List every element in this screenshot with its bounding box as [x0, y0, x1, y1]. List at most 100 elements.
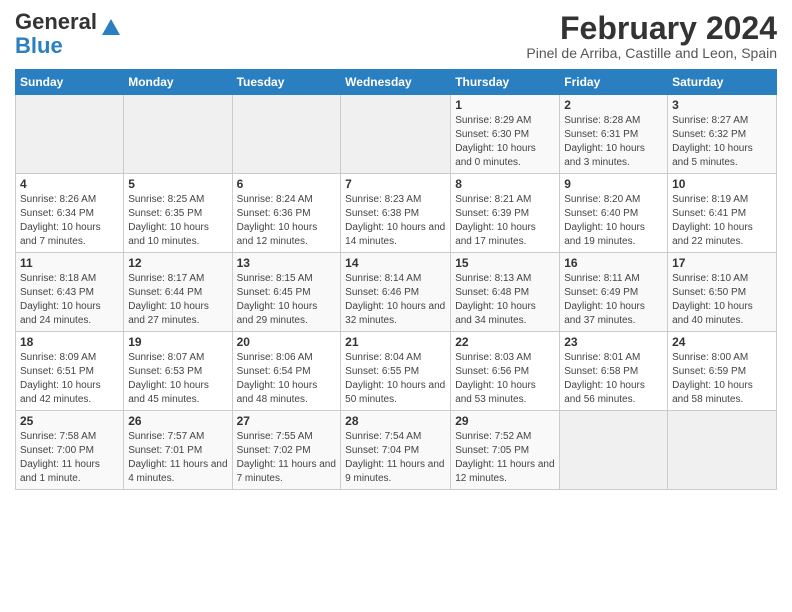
day-info: Sunrise: 8:03 AMSunset: 6:56 PMDaylight:…: [455, 351, 555, 407]
day-number: 14: [345, 256, 446, 270]
week-row-5: 25 Sunrise: 7:58 AMSunset: 7:00 PMDayligh…: [16, 411, 777, 490]
day-number: 25: [20, 414, 119, 428]
day-number: 7: [345, 177, 446, 191]
calendar-cell: 14 Sunrise: 8:14 AMSunset: 6:46 PMDayligh…: [341, 253, 451, 332]
calendar-cell: 12 Sunrise: 8:17 AMSunset: 6:44 PMDayligh…: [124, 253, 232, 332]
day-info: Sunrise: 8:07 AMSunset: 6:53 PMDaylight:…: [128, 351, 227, 407]
calendar-cell: 16 Sunrise: 8:11 AMSunset: 6:49 PMDayligh…: [560, 253, 668, 332]
calendar-cell: 6Sunrise: 8:24 AMSunset: 6:36 PMDaylight…: [232, 174, 341, 253]
week-row-2: 4Sunrise: 8:26 AMSunset: 6:34 PMDaylight…: [16, 174, 777, 253]
day-info: Sunrise: 8:18 AMSunset: 6:43 PMDaylight:…: [20, 272, 119, 328]
page: General Blue February 2024 Pinel de Arri…: [0, 0, 792, 500]
day-number: 27: [237, 414, 337, 428]
day-info: Sunrise: 7:52 AMSunset: 7:05 PMDaylight:…: [455, 430, 555, 486]
day-number: 21: [345, 335, 446, 349]
col-header-wednesday: Wednesday: [341, 70, 451, 95]
calendar-cell: 19 Sunrise: 8:07 AMSunset: 6:53 PMDayligh…: [124, 332, 232, 411]
calendar-cell: 4Sunrise: 8:26 AMSunset: 6:34 PMDaylight…: [16, 174, 124, 253]
day-info: Sunrise: 8:28 AMSunset: 6:31 PMDaylight:…: [564, 114, 663, 170]
month-title: February 2024: [526, 10, 777, 47]
calendar-cell: 27Sunrise: 7:55 AMSunset: 7:02 PMDayligh…: [232, 411, 341, 490]
day-info: Sunrise: 8:04 AMSunset: 6:55 PMDaylight:…: [345, 351, 446, 407]
day-info: Sunrise: 8:09 AMSunset: 6:51 PMDaylight:…: [20, 351, 119, 407]
calendar-cell: 20Sunrise: 8:06 AMSunset: 6:54 PMDayligh…: [232, 332, 341, 411]
logo: General Blue: [15, 10, 122, 58]
day-info: Sunrise: 8:00 AMSunset: 6:59 PMDaylight:…: [672, 351, 772, 407]
day-number: 22: [455, 335, 555, 349]
calendar-cell: 17Sunrise: 8:10 AMSunset: 6:50 PMDayligh…: [668, 253, 777, 332]
week-row-1: 1 Sunrise: 8:29 AMSunset: 6:30 PMDaylight…: [16, 95, 777, 174]
calendar-cell: 18 Sunrise: 8:09 AMSunset: 6:51 PMDayligh…: [16, 332, 124, 411]
calendar-header: SundayMondayTuesdayWednesdayThursdayFrid…: [16, 70, 777, 95]
day-number: 29: [455, 414, 555, 428]
day-info: Sunrise: 8:17 AMSunset: 6:44 PMDaylight:…: [128, 272, 227, 328]
day-info: Sunrise: 8:23 AMSunset: 6:38 PMDaylight:…: [345, 193, 446, 249]
day-number: 18: [20, 335, 119, 349]
day-number: 12: [128, 256, 227, 270]
col-header-sunday: Sunday: [16, 70, 124, 95]
col-header-tuesday: Tuesday: [232, 70, 341, 95]
week-row-3: 11 Sunrise: 8:18 AMSunset: 6:43 PMDayligh…: [16, 253, 777, 332]
day-info: Sunrise: 8:21 AMSunset: 6:39 PMDaylight:…: [455, 193, 555, 249]
calendar-cell: 9 Sunrise: 8:20 AMSunset: 6:40 PMDaylight…: [560, 174, 668, 253]
calendar-cell: [341, 95, 451, 174]
calendar-cell: 13Sunrise: 8:15 AMSunset: 6:45 PMDayligh…: [232, 253, 341, 332]
day-info: Sunrise: 8:27 AMSunset: 6:32 PMDaylight:…: [672, 114, 772, 170]
calendar-cell: [16, 95, 124, 174]
calendar-cell: [232, 95, 341, 174]
top-row: General Blue February 2024 Pinel de Arri…: [15, 10, 777, 65]
day-number: 8: [455, 177, 555, 191]
calendar-cell: 25 Sunrise: 7:58 AMSunset: 7:00 PMDayligh…: [16, 411, 124, 490]
calendar-cell: [560, 411, 668, 490]
day-number: 1: [455, 98, 555, 112]
calendar-cell: 1 Sunrise: 8:29 AMSunset: 6:30 PMDaylight…: [451, 95, 560, 174]
day-info: Sunrise: 8:24 AMSunset: 6:36 PMDaylight:…: [237, 193, 337, 249]
day-info: Sunrise: 8:29 AMSunset: 6:30 PMDaylight:…: [455, 114, 555, 170]
logo-icon: [100, 17, 122, 44]
calendar-cell: 8 Sunrise: 8:21 AMSunset: 6:39 PMDaylight…: [451, 174, 560, 253]
day-number: 9: [564, 177, 663, 191]
day-info: Sunrise: 8:13 AMSunset: 6:48 PMDaylight:…: [455, 272, 555, 328]
day-info: Sunrise: 8:06 AMSunset: 6:54 PMDaylight:…: [237, 351, 337, 407]
day-info: Sunrise: 7:54 AMSunset: 7:04 PMDaylight:…: [345, 430, 446, 486]
day-info: Sunrise: 8:26 AMSunset: 6:34 PMDaylight:…: [20, 193, 119, 249]
calendar-cell: 23Sunrise: 8:01 AMSunset: 6:58 PMDayligh…: [560, 332, 668, 411]
calendar-cell: [668, 411, 777, 490]
day-number: 28: [345, 414, 446, 428]
calendar-cell: [124, 95, 232, 174]
calendar-body: 1 Sunrise: 8:29 AMSunset: 6:30 PMDaylight…: [16, 95, 777, 490]
day-info: Sunrise: 8:25 AMSunset: 6:35 PMDaylight:…: [128, 193, 227, 249]
day-number: 15: [455, 256, 555, 270]
day-info: Sunrise: 7:58 AMSunset: 7:00 PMDaylight:…: [20, 430, 119, 486]
day-info: Sunrise: 8:14 AMSunset: 6:46 PMDaylight:…: [345, 272, 446, 328]
calendar-cell: 2 Sunrise: 8:28 AMSunset: 6:31 PMDaylight…: [560, 95, 668, 174]
day-number: 2: [564, 98, 663, 112]
day-number: 13: [237, 256, 337, 270]
calendar-cell: 29 Sunrise: 7:52 AMSunset: 7:05 PMDayligh…: [451, 411, 560, 490]
day-number: 5: [128, 177, 227, 191]
day-info: Sunrise: 8:20 AMSunset: 6:40 PMDaylight:…: [564, 193, 663, 249]
calendar-cell: 24Sunrise: 8:00 AMSunset: 6:59 PMDayligh…: [668, 332, 777, 411]
col-header-saturday: Saturday: [668, 70, 777, 95]
day-info: Sunrise: 8:11 AMSunset: 6:49 PMDaylight:…: [564, 272, 663, 328]
day-number: 11: [20, 256, 119, 270]
day-info: Sunrise: 8:19 AMSunset: 6:41 PMDaylight:…: [672, 193, 772, 249]
day-info: Sunrise: 8:10 AMSunset: 6:50 PMDaylight:…: [672, 272, 772, 328]
location-title: Pinel de Arriba, Castille and Leon, Spai…: [526, 45, 777, 61]
calendar-cell: 7 Sunrise: 8:23 AMSunset: 6:38 PMDaylight…: [341, 174, 451, 253]
col-header-thursday: Thursday: [451, 70, 560, 95]
day-number: 16: [564, 256, 663, 270]
day-number: 3: [672, 98, 772, 112]
week-row-4: 18 Sunrise: 8:09 AMSunset: 6:51 PMDayligh…: [16, 332, 777, 411]
col-header-friday: Friday: [560, 70, 668, 95]
day-number: 19: [128, 335, 227, 349]
calendar-cell: 5 Sunrise: 8:25 AMSunset: 6:35 PMDaylight…: [124, 174, 232, 253]
calendar-cell: 21 Sunrise: 8:04 AMSunset: 6:55 PMDayligh…: [341, 332, 451, 411]
calendar-cell: 28 Sunrise: 7:54 AMSunset: 7:04 PMDayligh…: [341, 411, 451, 490]
calendar-cell: 15 Sunrise: 8:13 AMSunset: 6:48 PMDayligh…: [451, 253, 560, 332]
logo-text: General Blue: [15, 10, 97, 58]
calendar-cell: 10Sunrise: 8:19 AMSunset: 6:41 PMDayligh…: [668, 174, 777, 253]
calendar-cell: 22 Sunrise: 8:03 AMSunset: 6:56 PMDayligh…: [451, 332, 560, 411]
logo-general: General: [15, 9, 97, 34]
calendar-table: SundayMondayTuesdayWednesdayThursdayFrid…: [15, 69, 777, 490]
